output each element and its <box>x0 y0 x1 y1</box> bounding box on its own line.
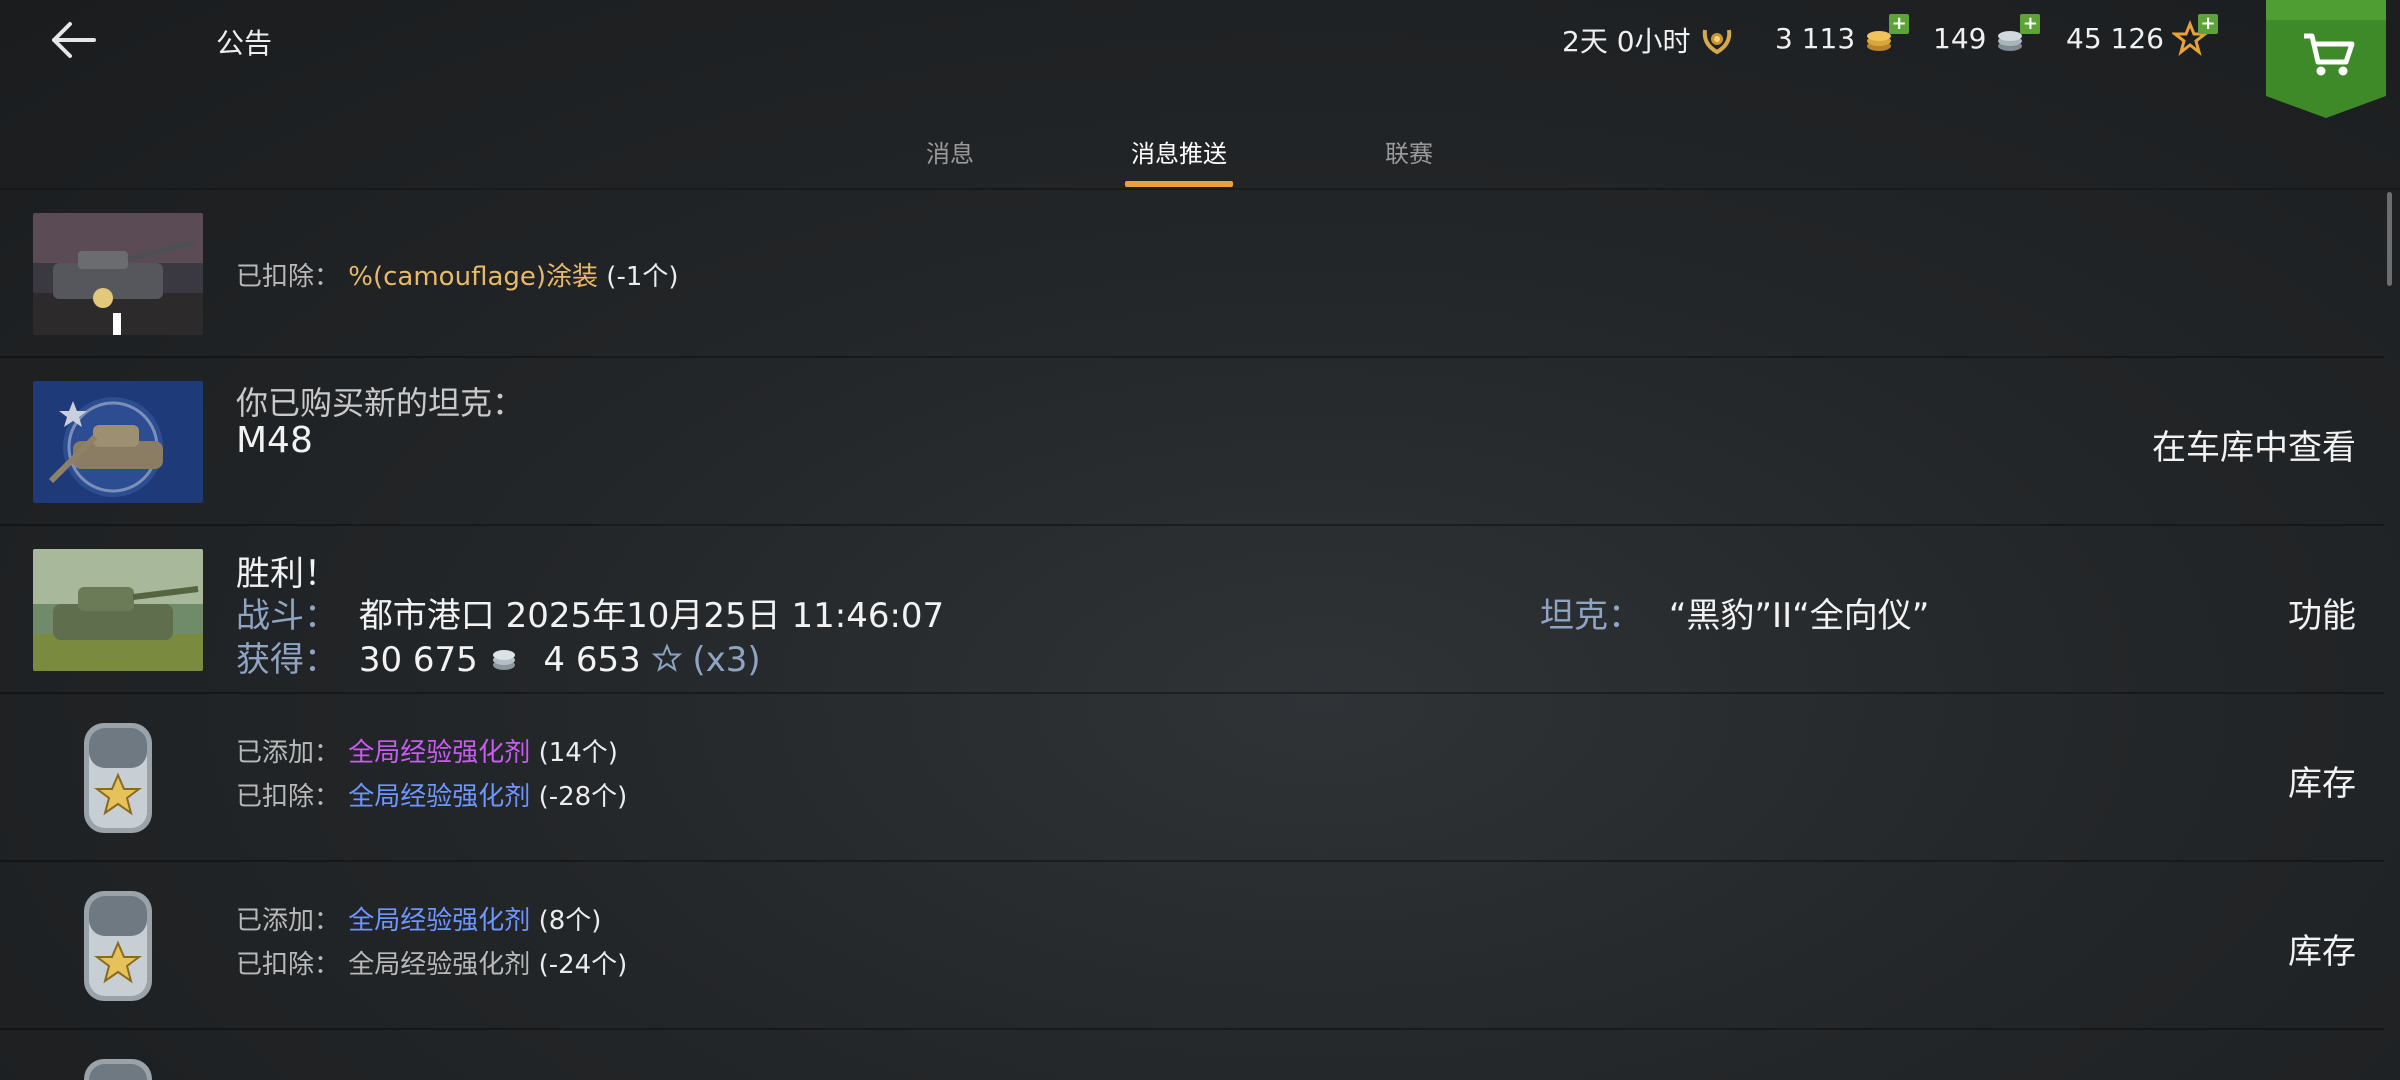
silver-amount: 149 <box>1933 21 1987 55</box>
tab-push-notifications[interactable]: 消息推送 <box>1125 134 1233 169</box>
earn-label: 获得： <box>236 640 338 680</box>
booster-item: 全局经验强化剂 <box>348 950 531 980</box>
booster-add-line: 已添加： 全局经验强化剂 (8个) <box>236 900 601 937</box>
battle-tank: 坦克： “黑豹”II“全向仪” <box>1540 588 1929 637</box>
add-count: (8个) <box>538 906 602 936</box>
tab-league[interactable]: 联赛 <box>1383 134 1435 169</box>
credits-earned: 30 675 <box>358 640 478 680</box>
add-gold-icon[interactable]: + <box>1889 14 1910 34</box>
booster-badge-icon <box>78 1053 158 1080</box>
premium-laurel-icon <box>1699 22 1735 58</box>
booster-item: 全局经验强化剂 <box>348 906 531 936</box>
shop-cart-button[interactable] <box>2266 0 2386 118</box>
battle-result-thumbnail <box>33 549 203 671</box>
add-count: (14个) <box>538 738 618 768</box>
add-prefix: 已添加： <box>236 738 341 768</box>
battle-map-time: 都市港口 2025年10月25日 11:46:07 <box>358 596 945 636</box>
function-button[interactable]: 功能 <box>2288 588 2356 637</box>
premium-time-text: 2天 0小时 <box>1562 25 1691 58</box>
list-item[interactable]: 已添加： 全局经验强化剂 (14个) 已扣除： 全局经验强化剂 (-28个) 库… <box>0 694 2384 862</box>
free-xp-star-icon: + <box>2170 14 2218 56</box>
active-tab-indicator <box>1125 181 1233 187</box>
back-arrow-icon[interactable] <box>48 18 100 62</box>
camouflage-thumbnail <box>33 213 203 335</box>
inventory-button[interactable]: 库存 <box>2288 924 2356 973</box>
gold-balance[interactable]: 3 113 + <box>1775 14 1910 56</box>
inventory-button[interactable]: 库存 <box>2288 756 2356 805</box>
purchase-notice: 你已购买新的坦克： <box>236 384 525 422</box>
tank-m48-thumbnail <box>33 381 203 503</box>
list-item[interactable] <box>0 1030 2384 1080</box>
camouflage-item: %(camouflage)涂装 <box>348 262 599 292</box>
tank-name: M48 <box>236 420 313 461</box>
booster-item: 全局经验强化剂 <box>348 738 531 768</box>
gold-amount: 3 113 <box>1775 21 1856 55</box>
list-item[interactable]: 胜利！ 战斗： 都市港口 2025年10月25日 11:46:07 获得： 30… <box>0 526 2384 694</box>
list-item[interactable]: 已添加： 全局经验强化剂 (8个) 已扣除： 全局经验强化剂 (-24个) 库存 <box>0 862 2384 1030</box>
deduct-prefix: 已扣除： <box>236 950 341 980</box>
add-prefix: 已添加： <box>236 906 341 936</box>
silver-balance[interactable]: 149 + <box>1933 14 2041 56</box>
tank-label: 坦克： <box>1540 596 1642 636</box>
deduct-prefix: 已扣除： <box>236 782 341 812</box>
battle-earnings: 获得： 30 675 4 653 (x3) <box>236 632 761 682</box>
deduct-count: (-28个) <box>538 782 628 812</box>
silver-coin-icon <box>489 642 519 682</box>
gold-coins-icon: + <box>1863 14 1910 56</box>
page-title: 公告 <box>216 27 273 60</box>
free-xp-amount: 45 126 <box>2066 21 2164 55</box>
battle-label: 战斗： <box>236 596 338 636</box>
battle-info: 战斗： 都市港口 2025年10月25日 11:46:07 <box>236 588 944 637</box>
xp-star-icon <box>651 642 682 682</box>
list-item[interactable]: 你已购买新的坦克： M48 在车库中查看 <box>0 358 2384 526</box>
tab-messages[interactable]: 消息 <box>925 134 975 169</box>
silver-coins-icon: + <box>1994 14 2041 56</box>
add-silver-icon[interactable]: + <box>2020 14 2041 34</box>
booster-badge-icon <box>78 717 158 839</box>
xp-earned: 4 653 <box>543 640 641 680</box>
free-xp-balance[interactable]: 45 126 + <box>2066 14 2218 56</box>
battle-tank-name: “黑豹”II“全向仪” <box>1668 596 1930 636</box>
booster-deduct-line: 已扣除： 全局经验强化剂 (-28个) <box>236 776 627 813</box>
booster-badge-icon <box>78 885 158 1007</box>
add-free-xp-icon[interactable]: + <box>2197 14 2218 34</box>
premium-timer[interactable]: 2天 0小时 <box>1562 20 1735 60</box>
top-bar: 公告 2天 0小时 3 113 + 149 + 45 126 + <box>0 0 2400 118</box>
booster-add-line: 已添加： 全局经验强化剂 (14个) <box>236 732 618 769</box>
xp-multiplier: (x3) <box>692 640 761 680</box>
list-item[interactable]: 已扣除： %(camouflage)涂装 (-1个) <box>0 190 2384 358</box>
deduct-prefix: 已扣除： <box>236 262 341 292</box>
booster-item: 全局经验强化剂 <box>348 782 531 812</box>
deduct-count: (-24个) <box>538 950 628 980</box>
tab-bar: 消息 消息推送 联赛 <box>0 120 2400 190</box>
notification-list[interactable]: 已扣除： %(camouflage)涂装 (-1个) 你已购买新的坦克： M48… <box>0 190 2400 1080</box>
scrollbar[interactable] <box>2387 192 2392 286</box>
deduct-count: (-1个) <box>606 262 679 292</box>
view-in-garage-button[interactable]: 在车库中查看 <box>2152 420 2356 469</box>
booster-deduct-line: 已扣除： 全局经验强化剂 (-24个) <box>236 944 627 981</box>
camouflage-deduct-line: 已扣除： %(camouflage)涂装 (-1个) <box>236 256 679 293</box>
